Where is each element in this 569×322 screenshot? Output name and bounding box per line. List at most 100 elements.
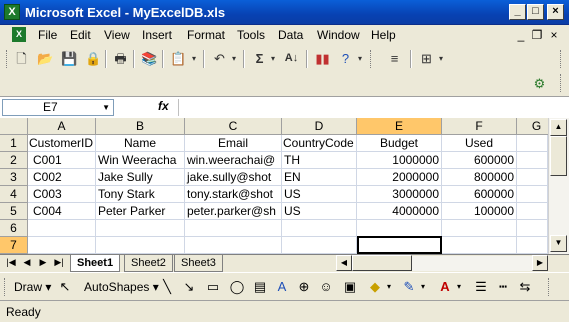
workbook-icon[interactable]: X	[12, 27, 26, 42]
cell-g5[interactable]	[517, 203, 548, 220]
cell-c6[interactable]	[185, 220, 282, 237]
last-sheet-icon[interactable]: ▶|	[52, 257, 66, 268]
fill-color-icon[interactable]: ◆	[366, 278, 384, 296]
cell-f5[interactable]: 100000	[442, 203, 517, 220]
open-icon[interactable]: 📂	[36, 49, 55, 68]
fx-icon[interactable]: fx	[158, 99, 169, 113]
menu-data[interactable]: Data	[278, 28, 303, 42]
cell-f4[interactable]: 600000	[442, 186, 517, 203]
draw-menu[interactable]: Draw ▾	[14, 280, 51, 294]
cell-c5[interactable]: peter.parker@sh	[185, 203, 282, 220]
font-color-icon[interactable]: A	[436, 278, 454, 296]
help-dropdown-icon[interactable]: ▾	[355, 49, 365, 68]
review-icon[interactable]: ⚙	[530, 74, 549, 93]
sort-ascending-icon[interactable]: A↓	[282, 49, 301, 68]
autosum-dropdown-icon[interactable]: ▾	[268, 49, 278, 68]
cell-c2[interactable]: win.weerachai@	[185, 152, 282, 169]
scroll-down-icon[interactable]: ▼	[550, 235, 567, 252]
menu-insert[interactable]: Insert	[142, 28, 172, 42]
line-color-dropdown-icon[interactable]: ▾	[418, 278, 428, 296]
menu-format[interactable]: Format	[187, 28, 225, 42]
align-icon[interactable]: ≡	[385, 49, 404, 68]
minimize-button[interactable]: _	[509, 4, 526, 20]
cell-e4[interactable]: 3000000	[357, 186, 442, 203]
cell-a7[interactable]	[28, 237, 96, 254]
font-color-dropdown-icon[interactable]: ▾	[454, 278, 464, 296]
doc-restore-icon[interactable]: ❐	[530, 28, 544, 42]
vertical-scrollbar[interactable]: ▲ ▼	[548, 118, 569, 254]
cell-b2[interactable]: Win Weeracha	[96, 152, 185, 169]
cell-g2[interactable]	[517, 152, 548, 169]
cell-e1[interactable]: Budget	[357, 135, 442, 152]
cell-d4[interactable]: US	[282, 186, 357, 203]
cell-a5[interactable]: C004	[28, 203, 96, 220]
arrow-style-icon[interactable]: ⇆	[516, 278, 534, 296]
cell-e3[interactable]: 2000000	[357, 169, 442, 186]
autosum-icon[interactable]: Σ	[250, 49, 269, 68]
cell-b3[interactable]: Jake Sully	[96, 169, 185, 186]
prev-sheet-icon[interactable]: ◀	[20, 257, 34, 268]
undo-dropdown-icon[interactable]: ▾	[229, 49, 239, 68]
cell-g4[interactable]	[517, 186, 548, 203]
chart-wizard-icon[interactable]: ▮▮	[313, 49, 332, 68]
name-box-dropdown-icon[interactable]: ▼	[102, 100, 110, 115]
column-header-e[interactable]: E	[357, 118, 442, 135]
cell-d1[interactable]: CountryCode	[282, 135, 357, 152]
doc-close-icon[interactable]: ×	[547, 28, 561, 42]
cell-b6[interactable]	[96, 220, 185, 237]
column-header-g[interactable]: G	[517, 118, 548, 135]
borders-icon[interactable]: ⊞	[417, 49, 436, 68]
arrow-icon[interactable]: ↘	[180, 278, 198, 296]
column-header-c[interactable]: C	[185, 118, 282, 135]
cell-g7[interactable]	[517, 237, 548, 254]
cell-a6[interactable]	[28, 220, 96, 237]
cell-a3[interactable]: C002	[28, 169, 96, 186]
cell-f6[interactable]	[442, 220, 517, 237]
save-icon[interactable]: 💾	[60, 49, 79, 68]
fill-color-dropdown-icon[interactable]: ▾	[384, 278, 394, 296]
diagram-icon[interactable]: ⊕	[295, 278, 313, 296]
menu-edit[interactable]: Edit	[70, 28, 91, 42]
menu-file[interactable]: File	[38, 28, 57, 42]
next-sheet-icon[interactable]: ▶	[36, 257, 50, 268]
cell-c4[interactable]: tony.stark@shot	[185, 186, 282, 203]
cell-d5[interactable]: US	[282, 203, 357, 220]
menu-help[interactable]: Help	[371, 28, 396, 42]
cell-d7[interactable]	[282, 237, 357, 254]
toolbar-handle[interactable]	[4, 278, 7, 296]
cell-f3[interactable]: 800000	[442, 169, 517, 186]
cell-f7[interactable]	[442, 237, 517, 254]
horizontal-scrollbar[interactable]: ◀ ▶	[336, 255, 548, 271]
row-header-6[interactable]: 6	[0, 220, 28, 237]
undo-icon[interactable]: ↶	[210, 49, 229, 68]
cell-e5[interactable]: 4000000	[357, 203, 442, 220]
line-color-icon[interactable]: ✎	[400, 278, 418, 296]
menu-window[interactable]: Window	[317, 28, 360, 42]
borders-dropdown-icon[interactable]: ▾	[436, 49, 446, 68]
row-header-1[interactable]: 1	[0, 135, 28, 152]
cell-e6[interactable]	[357, 220, 442, 237]
row-header-5[interactable]: 5	[0, 203, 28, 220]
toolbar-handle[interactable]	[370, 50, 373, 68]
formula-input[interactable]	[178, 99, 567, 116]
paste-dropdown-icon[interactable]: ▾	[189, 49, 199, 68]
cell-d2[interactable]: TH	[282, 152, 357, 169]
column-header-b[interactable]: B	[96, 118, 185, 135]
select-objects-icon[interactable]: ↖	[56, 278, 74, 296]
new-icon[interactable]: 🗋	[12, 49, 31, 68]
textbox-icon[interactable]: ▤	[251, 278, 269, 296]
menu-view[interactable]: View	[104, 28, 130, 42]
column-header-f[interactable]: F	[442, 118, 517, 135]
cell-c7[interactable]	[185, 237, 282, 254]
row-header-7[interactable]: 7	[0, 237, 28, 254]
tab-sheet3[interactable]: Sheet3	[174, 255, 223, 272]
excel-icon[interactable]: X	[4, 4, 20, 20]
cell-g6[interactable]	[517, 220, 548, 237]
oval-icon[interactable]: ◯	[228, 278, 246, 296]
scroll-thumb[interactable]	[550, 136, 567, 176]
doc-minimize-icon[interactable]: _	[514, 28, 528, 42]
close-button[interactable]: ×	[547, 4, 564, 20]
toolbar-handle[interactable]	[560, 50, 563, 68]
cell-c1[interactable]: Email	[185, 135, 282, 152]
permission-icon[interactable]: 🔒	[84, 49, 103, 68]
